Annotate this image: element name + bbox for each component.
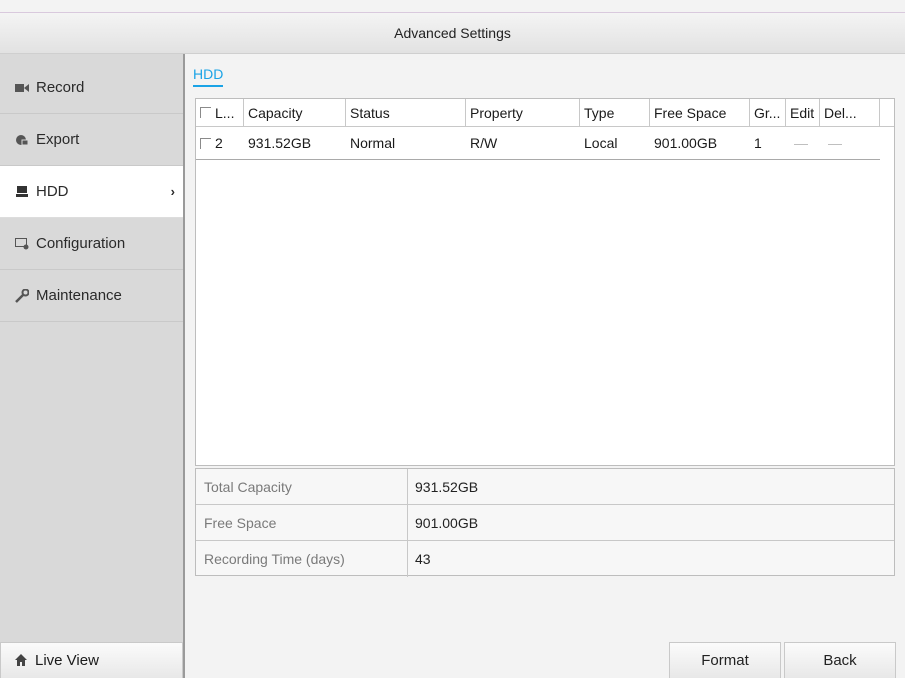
home-icon bbox=[15, 653, 29, 668]
select-all-checkbox[interactable] bbox=[200, 107, 211, 118]
header-status[interactable]: Status bbox=[346, 99, 466, 127]
hdd-summary: Total Capacity 931.52GB Free Space 901.0… bbox=[195, 468, 895, 577]
row-capacity: 931.52GB bbox=[248, 135, 312, 151]
wrench-icon bbox=[14, 288, 30, 304]
sidebar-item-export[interactable]: Export bbox=[0, 114, 183, 166]
sidebar-item-label: Export bbox=[36, 131, 80, 148]
edit-icon[interactable]: — bbox=[790, 129, 808, 157]
header-group[interactable]: Gr... bbox=[750, 99, 786, 127]
export-icon bbox=[14, 132, 30, 148]
free-space-value: 901.00GB bbox=[415, 514, 479, 531]
header-property[interactable]: Property bbox=[466, 99, 580, 127]
configuration-icon bbox=[14, 236, 30, 252]
sidebar-item-maintenance[interactable]: Maintenance bbox=[0, 270, 183, 322]
tab-hdd[interactable]: HDD bbox=[193, 66, 224, 87]
recording-time-value: 43 bbox=[415, 551, 431, 567]
row-type: Local bbox=[584, 135, 618, 151]
total-capacity-value: 931.52GB bbox=[415, 478, 479, 495]
live-view-button[interactable]: Live View bbox=[0, 642, 183, 678]
row-divider bbox=[196, 159, 880, 160]
back-button[interactable]: Back bbox=[784, 642, 896, 678]
header-free-space[interactable]: Free Space bbox=[650, 99, 750, 127]
header-spacer bbox=[880, 99, 894, 127]
recording-time-label: Recording Time (days) bbox=[196, 541, 408, 577]
delete-icon[interactable]: — bbox=[824, 129, 842, 157]
sidebar-item-hdd[interactable]: HDD › bbox=[0, 166, 183, 218]
recording-time-row: Recording Time (days) 43 bbox=[196, 541, 894, 577]
header-capacity[interactable]: Capacity bbox=[244, 99, 346, 127]
hdd-table: L... Capacity Status Property Type Free … bbox=[195, 98, 895, 466]
main-panel: HDD L... Capacity Status Property Type F… bbox=[187, 54, 905, 678]
video-camera-icon bbox=[14, 80, 30, 96]
sidebar-item-configuration[interactable]: Configuration bbox=[0, 218, 183, 270]
sidebar-item-label: Record bbox=[36, 79, 85, 96]
row-label-cell[interactable]: 2 bbox=[196, 129, 244, 157]
row-property: R/W bbox=[470, 135, 498, 151]
header-edit[interactable]: Edit bbox=[786, 99, 820, 127]
row-group: 1 bbox=[754, 135, 762, 151]
format-button[interactable]: Format bbox=[669, 642, 781, 678]
sidebar-item-record[interactable]: Record bbox=[0, 62, 183, 114]
sidebar-item-label: Configuration bbox=[36, 235, 126, 252]
total-capacity-row: Total Capacity 931.52GB bbox=[196, 469, 894, 505]
title-bar: Advanced Settings bbox=[0, 12, 905, 54]
free-space-row: Free Space 901.00GB bbox=[196, 505, 894, 541]
free-space-label: Free Space bbox=[196, 505, 408, 540]
window-title: Advanced Settings bbox=[394, 25, 511, 41]
total-capacity-label: Total Capacity bbox=[196, 469, 408, 504]
row-status: Normal bbox=[350, 135, 396, 151]
hdd-icon bbox=[14, 184, 30, 200]
row-free-space: 901.00GB bbox=[654, 135, 718, 151]
header-type[interactable]: Type bbox=[580, 99, 650, 127]
header-label[interactable]: L... bbox=[196, 99, 244, 127]
sidebar: Record Export HDD › Configuration Mainte… bbox=[0, 54, 185, 678]
live-view-label: Live View bbox=[35, 652, 99, 669]
sidebar-item-label: HDD bbox=[36, 183, 69, 200]
header-delete[interactable]: Del... bbox=[820, 99, 880, 127]
row-checkbox[interactable] bbox=[200, 137, 211, 149]
chevron-right-icon: › bbox=[170, 184, 175, 199]
sidebar-item-label: Maintenance bbox=[36, 287, 122, 304]
